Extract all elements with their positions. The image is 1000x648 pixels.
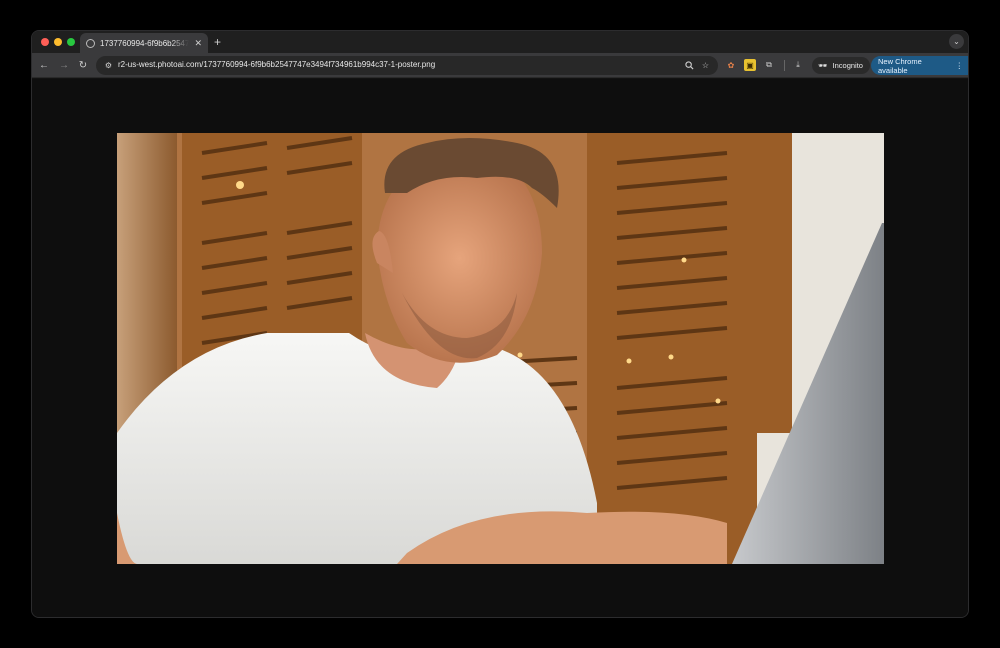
close-window-button[interactable]: [41, 38, 49, 46]
minimize-window-button[interactable]: [54, 38, 62, 46]
url-text[interactable]: r2-us-west.photoai.com/1737760994-6f9b6b…: [118, 60, 435, 69]
zoom-icon[interactable]: [683, 59, 696, 72]
incognito-label: Incognito: [832, 61, 863, 70]
download-icon[interactable]: ⤓: [792, 59, 804, 71]
arrow-right-icon[interactable]: →: [57, 58, 71, 72]
zoom-window-button[interactable]: [67, 38, 75, 46]
chevron-down-icon[interactable]: ⌄: [949, 34, 964, 49]
yellow-extension-icon[interactable]: ▣: [744, 59, 756, 71]
toolbar-divider: [784, 60, 785, 71]
update-chrome-button[interactable]: New Chrome available ⋮: [871, 56, 968, 75]
traffic-lights: [41, 38, 75, 46]
orange-extension-icon[interactable]: ✿: [725, 59, 737, 71]
tab-title: 1737760994-6f9b6b2547747e3494f734961b994…: [100, 38, 190, 48]
incognito-icon: 🕶: [818, 61, 828, 70]
tab-strip: 1737760994-6f9b6b2547747e3494f734961b994…: [32, 31, 968, 53]
toolbar: ← → ↻ ⚙ r2-us-west.photoai.com/173776099…: [32, 53, 968, 78]
browser-window: 1737760994-6f9b6b2547747e3494f734961b994…: [31, 30, 969, 618]
page-content: [32, 79, 968, 617]
site-info-icon[interactable]: ⚙: [102, 59, 115, 72]
update-label: New Chrome available: [878, 56, 922, 75]
arrow-left-icon[interactable]: ←: [37, 58, 51, 72]
new-tab-button[interactable]: +: [214, 35, 221, 49]
incognito-badge[interactable]: 🕶 Incognito: [812, 57, 870, 74]
more-vert-icon: ⋮: [955, 61, 964, 70]
photo-image: [117, 133, 884, 564]
star-icon[interactable]: ☆: [699, 59, 712, 72]
globe-icon: [86, 38, 95, 48]
reload-icon[interactable]: ↻: [76, 58, 90, 72]
puzzle-icon[interactable]: ⧉: [763, 59, 775, 71]
address-bar[interactable]: ⚙ r2-us-west.photoai.com/1737760994-6f9b…: [96, 56, 718, 75]
tab-active[interactable]: 1737760994-6f9b6b2547747e3494f734961b994…: [80, 33, 208, 53]
close-icon[interactable]: ✕: [194, 38, 202, 49]
